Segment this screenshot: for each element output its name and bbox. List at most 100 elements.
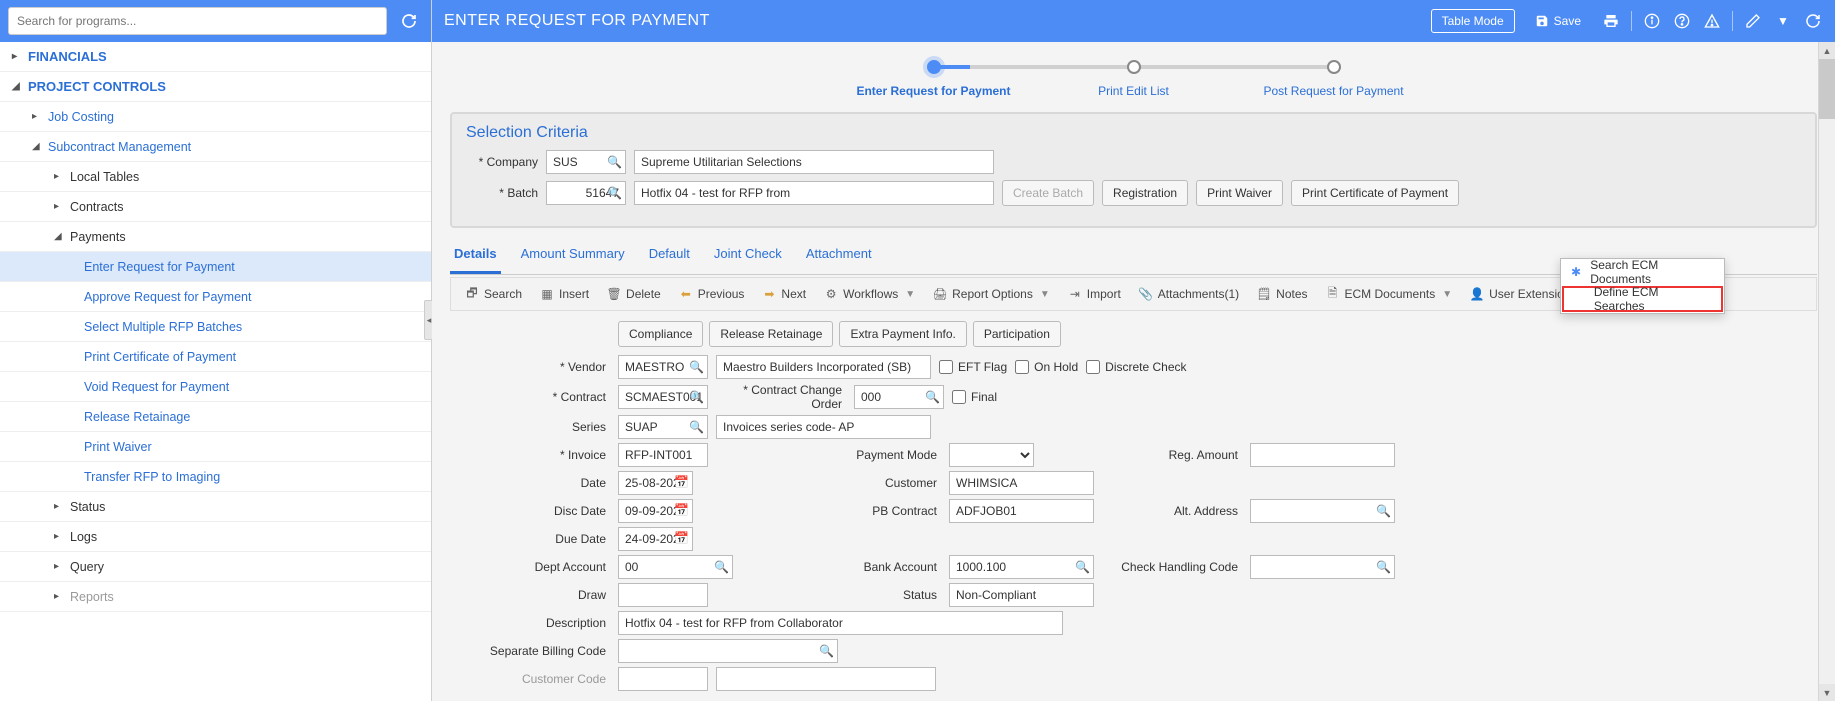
release-retainage-button[interactable]: Release Retainage bbox=[709, 321, 833, 347]
extra-payment-button[interactable]: Extra Payment Info. bbox=[839, 321, 966, 347]
toolbar-next[interactable]: ➡Next bbox=[754, 281, 814, 307]
label-pb-contract: PB Contract bbox=[701, 504, 941, 518]
print-icon[interactable] bbox=[1601, 11, 1621, 31]
series-desc-field bbox=[716, 415, 931, 439]
payment-mode-select[interactable] bbox=[949, 443, 1034, 467]
sidebar-item-logs[interactable]: ▸Logs bbox=[0, 522, 431, 552]
sidebar-item-contracts[interactable]: ▸Contracts bbox=[0, 192, 431, 222]
sidebar-item-void-rfp[interactable]: Void Request for Payment bbox=[0, 372, 431, 402]
calendar-icon[interactable]: 📅 bbox=[674, 503, 689, 517]
chevron-down-icon: ◢ bbox=[12, 81, 22, 92]
toolbar-workflows[interactable]: ⚙Workflows▼ bbox=[816, 281, 923, 307]
dept-account-field[interactable] bbox=[618, 555, 733, 579]
bank-account-field[interactable] bbox=[949, 555, 1094, 579]
contract-field[interactable] bbox=[618, 385, 708, 409]
sidebar-item-query[interactable]: ▸Query bbox=[0, 552, 431, 582]
table-mode-button[interactable]: Table Mode bbox=[1431, 9, 1515, 33]
toolbar-notes[interactable]: 🗒Notes bbox=[1249, 281, 1315, 307]
invoice-field[interactable] bbox=[618, 443, 708, 467]
label-dept-account: Dept Account bbox=[450, 560, 610, 574]
tab-joint-check[interactable]: Joint Check bbox=[710, 238, 786, 274]
sidebar-item-project-controls[interactable]: ◢PROJECT CONTROLS bbox=[0, 72, 431, 102]
sidebar-item-payments[interactable]: ◢Payments bbox=[0, 222, 431, 252]
description-field[interactable] bbox=[618, 611, 1063, 635]
toolbar-ecm-documents[interactable]: 🗎ECM Documents▼ bbox=[1318, 281, 1461, 307]
ecm-menu-search[interactable]: ✱ Search ECM Documents bbox=[1561, 259, 1724, 285]
toolbar-report-options[interactable]: 🖨Report Options▼ bbox=[925, 281, 1058, 307]
scroll-down-icon[interactable]: ▼ bbox=[1819, 684, 1835, 701]
selection-criteria-panel: Selection Criteria Company 🔍 Batch 🔍 Cre… bbox=[450, 112, 1817, 228]
sidebar-item-job-costing[interactable]: ▸Job Costing bbox=[0, 102, 431, 132]
batch-field[interactable] bbox=[546, 181, 626, 205]
sidebar-item-approve-rfp[interactable]: Approve Request for Payment bbox=[0, 282, 431, 312]
sidebar-item-print-certificate[interactable]: Print Certificate of Payment bbox=[0, 342, 431, 372]
print-certificate-button[interactable]: Print Certificate of Payment bbox=[1291, 180, 1459, 206]
sidebar: ▸FINANCIALS ◢PROJECT CONTROLS ▸Job Costi… bbox=[0, 0, 432, 701]
toolbar-import[interactable]: ⇥Import bbox=[1060, 281, 1129, 307]
calendar-icon[interactable]: 📅 bbox=[674, 531, 689, 545]
sidebar-item-subcontract-management[interactable]: ◢Subcontract Management bbox=[0, 132, 431, 162]
sidebar-item-status[interactable]: ▸Status bbox=[0, 492, 431, 522]
toolbar-insert[interactable]: ▦Insert bbox=[532, 281, 597, 307]
tab-attachment[interactable]: Attachment bbox=[802, 238, 876, 274]
status-field bbox=[949, 583, 1094, 607]
vendor-desc-field bbox=[716, 355, 931, 379]
scroll-thumb[interactable] bbox=[1819, 59, 1835, 119]
chevron-right-icon: ▸ bbox=[54, 501, 64, 512]
eft-flag-checkbox[interactable]: EFT Flag bbox=[939, 360, 1007, 374]
cco-field[interactable] bbox=[854, 385, 944, 409]
warning-icon[interactable] bbox=[1702, 11, 1722, 31]
sidebar-item-reports[interactable]: ▸Reports bbox=[0, 582, 431, 612]
company-field[interactable] bbox=[546, 150, 626, 174]
registration-button[interactable]: Registration bbox=[1102, 180, 1188, 206]
participation-button[interactable]: Participation bbox=[973, 321, 1061, 347]
help-icon[interactable] bbox=[1672, 11, 1692, 31]
scroll-up-icon[interactable]: ▲ bbox=[1819, 42, 1835, 59]
label-alt-address: Alt. Address bbox=[1102, 504, 1242, 518]
compliance-button[interactable]: Compliance bbox=[618, 321, 703, 347]
ecm-menu-define[interactable]: Define ECM Searches bbox=[1562, 286, 1723, 312]
calendar-icon[interactable]: 📅 bbox=[674, 475, 689, 489]
workflow-icon: ⚙ bbox=[824, 287, 838, 301]
sidebar-item-local-tables[interactable]: ▸Local Tables bbox=[0, 162, 431, 192]
tab-amount-summary[interactable]: Amount Summary bbox=[517, 238, 629, 274]
refresh-icon[interactable] bbox=[395, 7, 423, 35]
search-input[interactable] bbox=[8, 7, 387, 35]
refresh-icon[interactable] bbox=[1803, 11, 1823, 31]
chevron-down-icon[interactable]: ▼ bbox=[1773, 11, 1793, 31]
on-hold-checkbox[interactable]: On Hold bbox=[1015, 360, 1078, 374]
vendor-field[interactable] bbox=[618, 355, 708, 379]
label-status: Status bbox=[716, 588, 941, 602]
draw-field[interactable] bbox=[618, 583, 708, 607]
sidebar-item-enter-rfp[interactable]: Enter Request for Payment bbox=[0, 252, 431, 282]
check-handling-field[interactable] bbox=[1250, 555, 1395, 579]
toolbar-previous[interactable]: ⬅Previous bbox=[671, 281, 753, 307]
import-icon: ⇥ bbox=[1068, 287, 1082, 301]
sidebar-item-transfer-rfp[interactable]: Transfer RFP to Imaging bbox=[0, 462, 431, 492]
tab-details[interactable]: Details bbox=[450, 238, 501, 274]
separate-billing-code-field[interactable] bbox=[618, 639, 838, 663]
info-icon[interactable] bbox=[1642, 11, 1662, 31]
chevron-down-icon: ▼ bbox=[905, 289, 915, 300]
toolbar-search[interactable]: 🗗Search bbox=[457, 281, 530, 307]
final-checkbox[interactable]: Final bbox=[952, 390, 997, 404]
vertical-scrollbar[interactable]: ▲ ▼ bbox=[1818, 42, 1835, 701]
print-waiver-button[interactable]: Print Waiver bbox=[1196, 180, 1283, 206]
label-vendor: Vendor bbox=[450, 360, 610, 374]
save-button[interactable]: Save bbox=[1525, 10, 1591, 32]
sidebar-item-print-waiver[interactable]: Print Waiver bbox=[0, 432, 431, 462]
alt-address-field[interactable] bbox=[1250, 499, 1395, 523]
sidebar-item-release-retainage[interactable]: Release Retainage bbox=[0, 402, 431, 432]
toolbar-attachments[interactable]: 📎Attachments(1) bbox=[1131, 281, 1247, 307]
step-enter-request[interactable]: Enter Request for Payment bbox=[834, 60, 1034, 98]
create-batch-button[interactable]: Create Batch bbox=[1002, 180, 1094, 206]
toolbar-delete[interactable]: 🗑Delete bbox=[599, 281, 669, 307]
tab-default[interactable]: Default bbox=[645, 238, 694, 274]
edit-icon[interactable] bbox=[1743, 11, 1763, 31]
sidebar-item-select-multiple-rfp[interactable]: Select Multiple RFP Batches bbox=[0, 312, 431, 342]
label-reg-amount: Reg. Amount bbox=[1042, 448, 1242, 462]
discrete-check-checkbox[interactable]: Discrete Check bbox=[1086, 360, 1186, 374]
series-field[interactable] bbox=[618, 415, 708, 439]
paperclip-icon: 📎 bbox=[1139, 287, 1153, 301]
sidebar-item-financials[interactable]: ▸FINANCIALS bbox=[0, 42, 431, 72]
